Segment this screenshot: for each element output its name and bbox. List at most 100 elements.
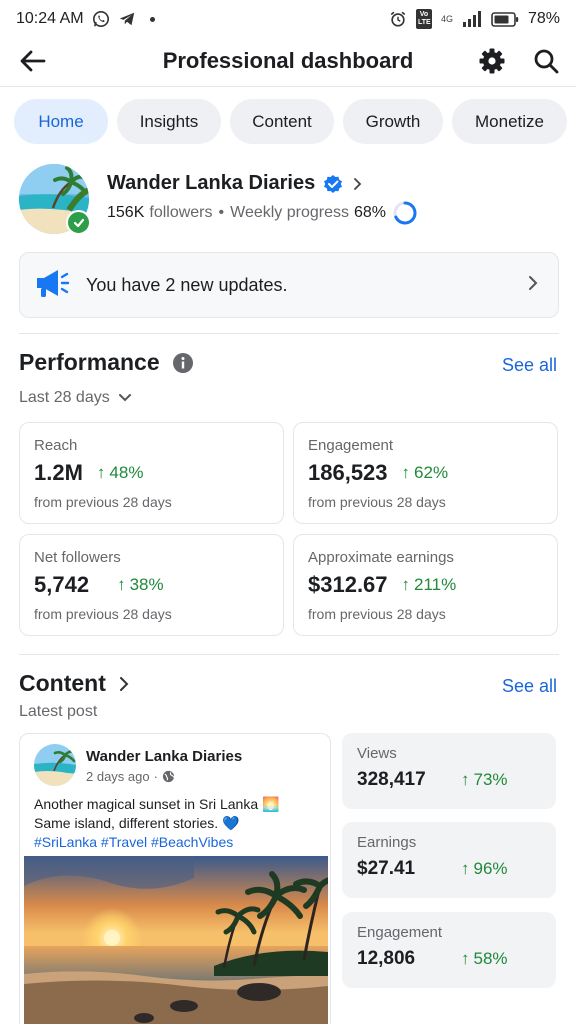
date-range-dropdown[interactable]: Last 28 days (19, 389, 132, 407)
verified-badge-icon (324, 174, 343, 193)
content-see-all-link[interactable]: See all (502, 676, 557, 697)
tab-content[interactable]: Content (230, 99, 334, 144)
metric-card-engagement[interactable]: Engagement 186,523 ↑ 62% from previous 28… (293, 422, 558, 524)
page-name-link[interactable]: Wander Lanka Diaries (107, 172, 365, 195)
performance-title-group: Performance (19, 349, 194, 376)
arrow-up-icon: ↑ (96, 463, 106, 482)
stat-change-value: 73% (473, 770, 508, 789)
performance-title: Performance (19, 349, 160, 375)
weekly-progress-ring (393, 201, 417, 225)
metric-change: ↑ 211% (402, 575, 457, 595)
meta-separator: • (218, 204, 225, 221)
metric-sub: from previous 28 days (308, 606, 446, 622)
stat-card-engagement[interactable]: Engagement 12,806 ↑ 58% (342, 912, 556, 988)
metric-value: $312.67 (308, 572, 388, 597)
weekly-progress-label: Weekly progress (230, 204, 349, 221)
tab-bar: Home Insights Content Growth Monetize (14, 99, 567, 144)
updates-text: You have 2 new updates. (86, 274, 288, 295)
battery-percent: 78% (527, 10, 560, 27)
post-meta: 2 days ago · (86, 769, 175, 784)
search-button[interactable] (532, 47, 560, 75)
chevron-down-icon (118, 394, 131, 402)
stat-label: Views (357, 745, 397, 762)
metric-value: 5,742 (34, 572, 90, 597)
chevron-right-icon (526, 274, 540, 297)
chevron-right-icon (119, 676, 129, 691)
metric-change-value: 62% (414, 463, 449, 482)
battery-icon (491, 11, 519, 27)
telegram-icon (118, 10, 136, 28)
status-time: 10:24 AM (16, 10, 84, 27)
metric-change: ↑ 48% (97, 463, 144, 483)
header-divider (0, 86, 576, 87)
app-header: Professional dashboard (0, 38, 576, 84)
latest-post-label: Latest post (19, 703, 98, 720)
metric-sub: from previous 28 days (34, 494, 172, 510)
metric-value: 1.2M (34, 460, 83, 485)
post-text-line-1: Another magical sunset in Sri Lanka 🌅 (34, 796, 280, 812)
post-hashtags[interactable]: #SriLanka #Travel #BeachVibes (34, 833, 324, 852)
stat-label: Engagement (357, 924, 443, 941)
post-caption: Another magical sunset in Sri Lanka 🌅 Sa… (34, 795, 324, 852)
stat-card-earnings[interactable]: Earnings $27.41 ↑ 96% (342, 822, 556, 898)
verified-check-icon (66, 210, 91, 235)
metric-sub: from previous 28 days (34, 606, 172, 622)
stat-change: ↑ 96% (461, 859, 508, 879)
post-time: 2 days ago (86, 769, 150, 784)
content-title-group[interactable]: Content (19, 670, 130, 697)
post-text-line-2: Same island, different stories. 💙 (34, 815, 240, 831)
stat-label: Earnings (357, 834, 417, 851)
section-divider (19, 333, 559, 334)
page-name: Wander Lanka Diaries (107, 172, 316, 194)
tab-home[interactable]: Home (14, 99, 108, 144)
followers-count: 156K (107, 204, 145, 221)
section-divider (19, 654, 559, 655)
metric-change: ↑ 38% (117, 575, 164, 595)
4g-icon: 4G (440, 14, 453, 24)
stat-value: 12,806 (357, 948, 416, 969)
tab-monetize[interactable]: Monetize (452, 99, 567, 144)
performance-see-all-link[interactable]: See all (502, 355, 557, 376)
metric-label: Reach (34, 437, 78, 454)
metric-card-earnings[interactable]: Approximate earnings $312.67 ↑ 211% from … (293, 534, 558, 636)
volte-icon: Vo LTE (415, 9, 432, 29)
metric-change-value: 38% (129, 575, 164, 594)
arrow-up-icon: ↑ (461, 859, 470, 878)
metric-card-reach[interactable]: Reach 1.2M ↑ 48% from previous 28 days (19, 422, 284, 524)
stat-value: 328,417 (357, 769, 426, 790)
post-avatar (34, 744, 76, 786)
latest-post-card[interactable]: Wander Lanka Diaries 2 days ago · Anothe… (19, 733, 331, 1024)
arrow-up-icon: ↑ (401, 575, 411, 594)
gear-icon (479, 48, 505, 74)
settings-button[interactable] (478, 47, 506, 75)
globe-icon (162, 770, 175, 783)
post-image (24, 856, 328, 1024)
arrow-up-icon: ↑ (117, 575, 126, 594)
arrow-up-icon: ↑ (461, 770, 470, 789)
stat-change-value: 96% (473, 859, 508, 878)
metric-change-value: 211% (414, 575, 457, 594)
alarm-icon (389, 10, 407, 28)
stat-value: $27.41 (357, 858, 416, 879)
stat-card-views[interactable]: Views 328,417 ↑ 73% (342, 733, 556, 809)
metric-label: Approximate earnings (308, 549, 454, 566)
arrow-up-icon: ↑ (461, 949, 470, 968)
status-bar: 10:24 AM Vo LTE 4G 78% (0, 0, 576, 38)
info-icon[interactable] (172, 352, 194, 374)
stat-change: ↑ 73% (461, 770, 508, 790)
profile-meta: 156K followers • Weekly progress 68% (107, 200, 418, 226)
arrow-up-icon: ↑ (401, 463, 411, 482)
weekly-progress-value: 68% (353, 204, 387, 221)
tab-insights[interactable]: Insights (117, 99, 221, 144)
updates-card[interactable]: You have 2 new updates. (19, 252, 559, 318)
metric-card-net-followers[interactable]: Net followers 5,742 ↑ 38% from previous 2… (19, 534, 284, 636)
search-icon (534, 49, 559, 74)
metric-label: Engagement (308, 437, 394, 454)
page-profile: Wander Lanka Diaries 156K followers • We… (19, 164, 559, 238)
stat-change: ↑ 58% (461, 949, 508, 969)
tab-growth[interactable]: Growth (343, 99, 443, 144)
signal-icon (462, 11, 482, 27)
date-range-label: Last 28 days (19, 389, 110, 406)
content-title: Content (19, 670, 106, 696)
metric-label: Net followers (34, 549, 121, 566)
